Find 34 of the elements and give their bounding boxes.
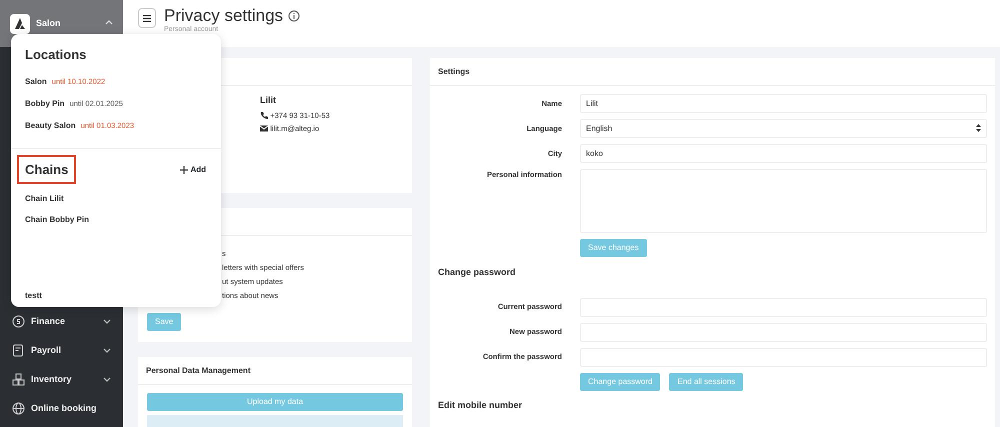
menu-button[interactable]: [138, 8, 156, 28]
chain-item[interactable]: testt: [11, 286, 221, 307]
sidebar-item[interactable]: Finance: [0, 307, 123, 336]
plus-icon: [180, 166, 188, 174]
boxes-icon: [12, 373, 25, 386]
sidebar-item[interactable]: Inventory: [0, 365, 123, 394]
coin-icon: [12, 315, 25, 328]
section-title: Edit mobile number: [438, 398, 524, 412]
envelope-icon: [260, 125, 268, 132]
profile-name: Lilit: [260, 94, 277, 107]
input-field[interactable]: koko: [580, 144, 987, 163]
section-title: Change password: [438, 266, 517, 279]
section-title: Chains: [17, 154, 76, 184]
sort-icon: [976, 124, 981, 132]
info-icon[interactable]: [288, 10, 300, 22]
chevron-icon: [103, 317, 111, 326]
menu-icon: [143, 14, 151, 22]
page-title: Privacy settings: [164, 6, 284, 26]
phone-icon: [260, 111, 268, 120]
language-select[interactable]: English: [580, 119, 987, 138]
chevron-icon: [103, 346, 111, 354]
section-title: Locations: [24, 46, 88, 64]
card-title: Settings: [430, 58, 995, 86]
sidebar-item[interactable]: Payroll: [0, 336, 123, 365]
document-icon: [12, 344, 25, 357]
input-field[interactable]: Lilit: [580, 94, 987, 113]
sidebar-item[interactable]: Online booking: [0, 394, 123, 423]
card-title: Personal Data Management: [138, 357, 412, 385]
chevron-icon: [103, 375, 111, 384]
add-button[interactable]: Add: [179, 162, 207, 177]
globe-icon: [12, 402, 25, 415]
chain-item[interactable]: Chain Bobby Pin: [11, 210, 221, 231]
chain-item[interactable]: Chain Lilit: [11, 188, 221, 210]
button-bar[interactable]: [147, 415, 403, 427]
